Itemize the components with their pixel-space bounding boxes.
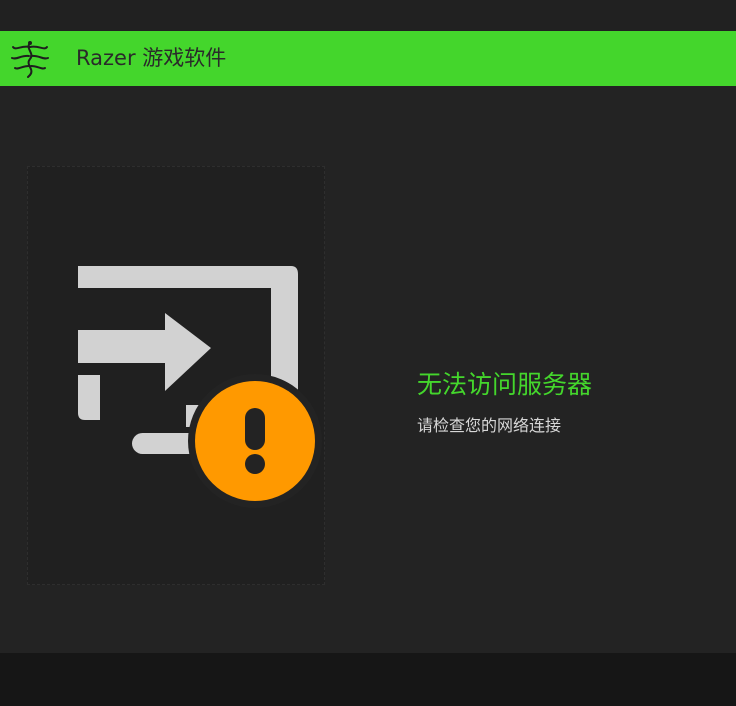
- error-message: 请检查您的网络连接: [417, 416, 562, 435]
- screen-login-warning-icon: [78, 266, 322, 508]
- razer-logo-icon: [11, 41, 49, 78]
- razer-app-window: Razer 游戏软件 无法访问服务器 请检查您的网络连接: [0, 0, 736, 706]
- connection-error-illustration-panel: [27, 166, 325, 585]
- bottom-bar: [0, 653, 736, 706]
- app-title: Razer 游戏软件: [76, 46, 227, 70]
- warning-exclamation-dot: [245, 454, 265, 474]
- title-bar: Razer 游戏软件: [0, 31, 736, 86]
- error-title: 无法访问服务器: [417, 370, 593, 399]
- monitor-outline-left: [78, 375, 100, 420]
- warning-exclamation-bar: [245, 408, 265, 450]
- window-top-strip: [0, 0, 736, 31]
